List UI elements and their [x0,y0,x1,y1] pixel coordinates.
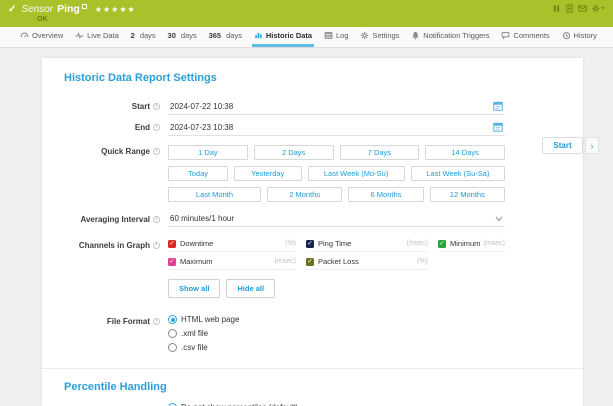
quick-range-14-days[interactable]: 14 Days [425,145,505,160]
settings-menu-icon[interactable] [591,4,605,13]
quick-range-label: Quick Range [42,145,160,156]
radio-csv-file[interactable]: .csv file [168,343,505,352]
tab-settings[interactable]: Settings [358,27,401,47]
checkbox-maximum[interactable]: ✓ [168,258,176,266]
chart-icon [254,31,263,40]
email-icon[interactable] [578,4,587,13]
tab-log[interactable]: Log [322,27,351,47]
quick-range-2-days[interactable]: 2 Days [254,145,334,160]
gauge-icon [20,31,29,40]
start-date-input[interactable]: 2024-07-22 10:38 [168,100,505,115]
tab-bar: Overview Live Data 2days 30days 365days … [0,27,613,48]
radio-xml-file[interactable]: .xml file [168,329,505,338]
checkbox-minimum[interactable]: ✓ [438,240,446,248]
chevron-down-icon [495,216,503,222]
quick-range-2-months[interactable]: 2 Months [267,187,342,202]
quick-range-6-months[interactable]: 6 Months [348,187,423,202]
pause-icon[interactable] [552,4,561,13]
info-icon [153,124,160,131]
checkbox-packet-loss[interactable]: ✓ [306,258,314,266]
section-title-percentile-handling: Percentile Handling [64,381,583,393]
live-icon [75,31,84,40]
start-label: Start [42,100,160,111]
sensor-type-label: Sensor [21,4,53,15]
log-icon [324,31,333,40]
tab-overview[interactable]: Overview [18,27,65,47]
channels-in-graph-label: Channels in Graph [42,239,160,250]
info-icon [153,148,160,155]
settings-panel: Historic Data Report Settings Start 2024… [42,58,583,406]
tab-notification-triggers[interactable]: Notification Triggers [409,27,491,47]
radio-icon [168,329,177,338]
action-bar: Start › [542,137,599,154]
calendar-icon[interactable] [493,122,503,132]
tab-comments[interactable]: Comments [499,27,551,47]
info-icon [153,318,160,325]
bell-icon [411,31,420,40]
end-date-input[interactable]: 2024-07-23 10:38 [168,121,505,136]
channel-minimum: ✓ Minimum (msec) [438,239,505,252]
hide-all-button[interactable]: Hide all [226,279,275,298]
tab-historic-data[interactable]: Historic Data [252,27,314,47]
channel-downtime: ✓ Downtime (%) [168,239,296,252]
averaging-interval-select[interactable]: 60 minutes/1 hour [168,213,505,227]
sensor-header: ✓ Sensor Ping ★★★★★ OK [0,0,613,27]
expand-chevron-button[interactable]: › [585,137,599,154]
quick-range-7-days[interactable]: 7 Days [340,145,420,160]
history-icon [562,31,571,40]
end-label: End [42,121,160,132]
averaging-interval-label: Averaging Interval [42,213,160,224]
radio-icon [168,343,177,352]
quick-range-last-month[interactable]: Last Month [168,187,261,202]
info-icon [153,103,160,110]
quick-range-12-months[interactable]: 12 Months [430,187,505,202]
section-divider [42,368,583,369]
start-button[interactable]: Start [542,137,583,154]
checkbox-ping-time[interactable]: ✓ [306,240,314,248]
tab-live-data[interactable]: Live Data [73,27,121,47]
file-format-label: File Format [42,315,160,326]
flag-icon [82,4,87,9]
status-check-icon: ✓ [8,4,16,15]
quick-range-last-week-su-sa[interactable]: Last Week (Su-Sa) [411,166,505,181]
info-icon [153,242,160,249]
quick-range-last-week-mo-su[interactable]: Last Week (Mo-Su) [308,166,405,181]
radio-icon [168,315,177,324]
tab-history[interactable]: History [560,27,599,47]
channel-maximum: ✓ Maximum (msec) [168,257,296,270]
checkbox-downtime[interactable]: ✓ [168,240,176,248]
channel-ping-time: ✓ Ping Time (msec) [306,239,428,252]
channel-packet-loss: ✓ Packet Loss (%) [306,257,428,270]
info-icon [153,216,160,223]
report-icon[interactable] [565,4,574,13]
comment-icon [501,31,510,40]
tab-30-days[interactable]: 30days [166,27,199,47]
show-all-button[interactable]: Show all [168,279,220,298]
tab-365-days[interactable]: 365days [207,27,244,47]
quick-range-1-day[interactable]: 1 Day [168,145,248,160]
calendar-icon[interactable] [493,101,503,111]
radio-html-web-page[interactable]: HTML web page [168,315,505,324]
tab-2-days[interactable]: 2days [129,27,158,47]
status-badge: OK [37,16,48,23]
quick-range-today[interactable]: Today [168,166,228,181]
quick-range-yesterday[interactable]: Yesterday [234,166,301,181]
gear-icon [360,31,369,40]
priority-stars[interactable]: ★★★★★ [95,5,136,14]
sensor-name: Ping [57,3,80,15]
section-title-report-settings: Historic Data Report Settings [64,72,583,84]
